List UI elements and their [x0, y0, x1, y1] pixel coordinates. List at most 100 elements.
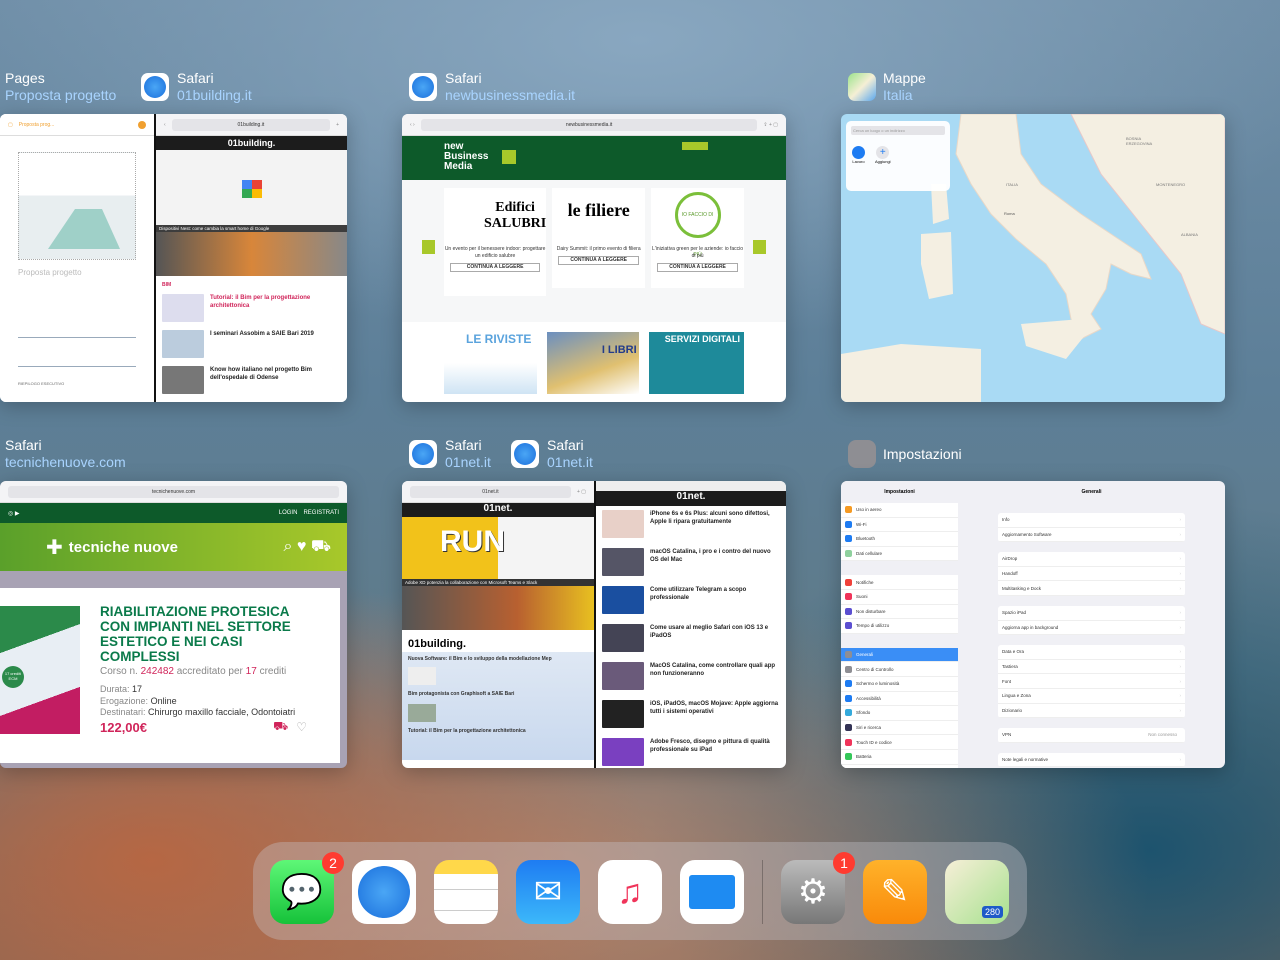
collab-icon[interactable]	[138, 120, 146, 129]
maps-search-input[interactable]: Cerca un luogo o un indirizzo	[851, 126, 945, 135]
settings-item[interactable]: Centro di Controllo	[841, 662, 958, 677]
settings-row[interactable]: Data e Ora ›	[998, 645, 1185, 660]
settings-item[interactable]: Wi-Fi	[841, 517, 958, 533]
url-bar[interactable]: 01net.it	[410, 485, 571, 498]
settings-row[interactable]: Note legali e normative ›	[998, 752, 1185, 768]
tile-riviste[interactable]: LE RIVISTE	[444, 332, 538, 394]
article-item[interactable]: Know how italiano nel progetto Bim dell'…	[156, 362, 347, 398]
article-item[interactable]: Bim protagonista con Graphisoft a SAIE B…	[402, 687, 594, 702]
settings-item[interactable]: Notifiche	[841, 575, 958, 590]
settings-item[interactable]: Non disturbare	[841, 604, 958, 620]
register-link[interactable]: REGISTRATI	[303, 510, 339, 516]
settings-item[interactable]: Schermo e luminosità	[841, 676, 958, 692]
url-bar[interactable]: 01building.it	[171, 118, 331, 131]
settings-item[interactable]: Bluetooth	[841, 532, 958, 547]
article-item[interactable]: MacOS Catalina, come controllare quali a…	[596, 658, 786, 696]
article-item[interactable]: iPhone 6s e 6s Plus: alcuni sono difetto…	[596, 506, 786, 544]
settings-row[interactable]: Handoff ›	[998, 566, 1185, 582]
pages-icon[interactable]: ✎	[863, 860, 927, 924]
search-icon[interactable]: ⌕ ♥ ⛟	[284, 537, 331, 557]
settings-item[interactable]: Siri e ricerca	[841, 720, 958, 736]
hero-image[interactable]: Dispositivi Nest: come cambia la smart h…	[156, 150, 347, 232]
hero-photo[interactable]	[402, 586, 594, 630]
app-card-maps[interactable]: Cerca un luogo o un indirizzo Lavoro + Ag…	[841, 114, 1225, 402]
site-logo[interactable]: 01net.	[402, 503, 594, 517]
site-logo[interactable]: new Business Media	[444, 142, 494, 172]
article-item[interactable]: Adobe Fresco, disegno e pittura di quali…	[596, 734, 786, 768]
settings-item[interactable]: Privacy	[841, 764, 958, 768]
carousel-slide[interactable]: IO FACCIO DI PIÙ L'iniziativa green per l…	[651, 188, 744, 288]
settings-row[interactable]: Font ›	[998, 674, 1185, 689]
maps-icon[interactable]: 280	[945, 860, 1009, 924]
settings-item[interactable]: Touch ID e codice	[841, 735, 958, 750]
notes-icon[interactable]	[434, 860, 498, 924]
url-bar[interactable]: tecnichenuove.com	[8, 485, 339, 498]
hero-photo[interactable]	[156, 232, 347, 276]
mail-icon[interactable]: ✉	[516, 860, 580, 924]
drawing-image[interactable]	[18, 152, 136, 260]
article-item[interactable]: macOS Catalina, i pro e i contro del nuo…	[596, 544, 786, 582]
music-icon[interactable]: ♫	[598, 860, 662, 924]
site-logo[interactable]: 01building.	[156, 136, 347, 150]
safari-pane-01building[interactable]: ‹ 01building.it + 01building. Dispositivi …	[156, 114, 347, 402]
pages-pane[interactable]: ▢ Proposta prog... Proposta progetto RIEP…	[0, 114, 154, 402]
safari-pane-01net-right[interactable]: 01net. iPhone 6s e 6s Plus: alcuni sono …	[596, 481, 786, 768]
article-item[interactable]: Come usare al meglio Safari con iOS 13 e…	[596, 620, 786, 658]
settings-icon[interactable]: ⚙ 1	[781, 852, 855, 924]
article-item[interactable]: iOS, iPadOS, macOS Mojave: Apple aggiorn…	[596, 696, 786, 734]
article-item[interactable]: Come utilizzare Telegram a scopo profess…	[596, 582, 786, 620]
settings-item[interactable]: Suoni	[841, 589, 958, 605]
sidebar-icon[interactable]: ▢	[8, 122, 13, 128]
settings-row[interactable]: Multitasking e Dock ›	[998, 581, 1185, 596]
settings-row[interactable]: Spazio iPad ›	[998, 605, 1185, 621]
settings-row[interactable]: Dizionario ›	[998, 703, 1185, 719]
carousel-slide[interactable]: le filiere Dairy Summit: il primo evento …	[552, 188, 646, 288]
app-card-safari-newbusinessmedia[interactable]: ‹ › newbusinessmedia.it ⇪ + ▢ new Business…	[402, 114, 786, 402]
site-logo[interactable]: tecniche nuove	[69, 539, 178, 556]
continue-reading-button[interactable]: CONTINUA A LEGGERE	[450, 263, 541, 272]
settings-item[interactable]: Dati cellulare	[841, 546, 958, 562]
carousel-slide[interactable]: Edifici SALUBRI Un evento per il benesser…	[444, 188, 547, 296]
settings-row[interactable]: Lingua e Zona ›	[998, 688, 1185, 704]
course-cover[interactable]: 17 crediti ECM	[0, 606, 80, 734]
settings-row[interactable]: Aggiorna app in background ›	[998, 620, 1185, 636]
carousel-prev-button[interactable]	[422, 240, 435, 254]
carousel-next-button[interactable]	[753, 240, 766, 254]
safari-pane-01net-left[interactable]: 01net.it + ▢ 01net. RUN Adobe XD potenzia…	[402, 481, 594, 768]
login-link[interactable]: LOGIN	[279, 510, 298, 516]
hero-image[interactable]: RUN	[402, 517, 594, 579]
settings-row[interactable]: Info ›	[998, 513, 1185, 528]
tile-libri[interactable]: I LIBRI	[547, 332, 639, 394]
course-title[interactable]: RIABILITAZIONE PROTESICA CON IMPIANTI NE…	[100, 604, 315, 664]
url-bar[interactable]: newbusinessmedia.it	[420, 118, 758, 131]
app-card-settings[interactable]: Impostazioni Uso in aereo Wi-Fi Bluetooth D…	[841, 481, 1225, 768]
messages-icon[interactable]: 💬 2	[270, 852, 344, 924]
settings-row[interactable]: VPN Non connesso	[998, 728, 1185, 743]
files-icon[interactable]	[680, 860, 744, 924]
settings-item[interactable]: Tempo di utilizzo	[841, 619, 958, 634]
app-card-safari-split-01net[interactable]: 01net.it + ▢ 01net. RUN Adobe XD potenzia…	[402, 481, 786, 768]
course-card[interactable]: 17 crediti ECM RIABILITAZIONE PROTESICA …	[0, 588, 340, 763]
settings-item[interactable]: Accessibilità	[841, 691, 958, 707]
article-item[interactable]: I seminari Assobim a SAIE Bari 2019	[156, 326, 347, 362]
article-item[interactable]: Nuova Software: il Bim e lo sviluppo del…	[402, 654, 594, 665]
favorite-work[interactable]: Lavoro	[852, 146, 865, 164]
settings-item[interactable]: Generali	[841, 647, 958, 663]
settings-row[interactable]: Tastiera ›	[998, 659, 1185, 675]
app-card-safari-tecnichenuove[interactable]: tecnichenuove.com ◎ ▶ LOGIN REGISTRATI ✚ t…	[0, 481, 347, 768]
settings-item[interactable]: Sfondo	[841, 706, 958, 721]
heart-icon[interactable]: ♡	[296, 720, 307, 734]
app-card-pages-safari[interactable]: ▢ Proposta prog... Proposta progetto RIEP…	[0, 114, 347, 402]
settings-row[interactable]: AirDrop ›	[998, 552, 1185, 567]
continue-reading-button[interactable]: CONTINUA A LEGGERE	[558, 256, 640, 265]
favorite-add[interactable]: + Aggiungi	[875, 146, 891, 164]
settings-item[interactable]: Batteria	[841, 749, 958, 765]
settings-item[interactable]: Uso in aereo	[841, 503, 958, 518]
tile-servizi-digitali[interactable]: SERVIZI DIGITALI	[648, 332, 744, 394]
social-icons[interactable]: ◎ ▶	[0, 510, 20, 517]
article-item[interactable]: Tutorial: il Bim per la progettazione ar…	[402, 724, 594, 739]
continue-reading-button[interactable]: CONTINUA A LEGGERE	[657, 263, 738, 272]
safari-icon[interactable]	[352, 860, 416, 924]
site-logo[interactable]: 01net.	[596, 491, 786, 506]
article-item[interactable]: Tutorial: il Bim per la progettazione ar…	[156, 290, 347, 326]
